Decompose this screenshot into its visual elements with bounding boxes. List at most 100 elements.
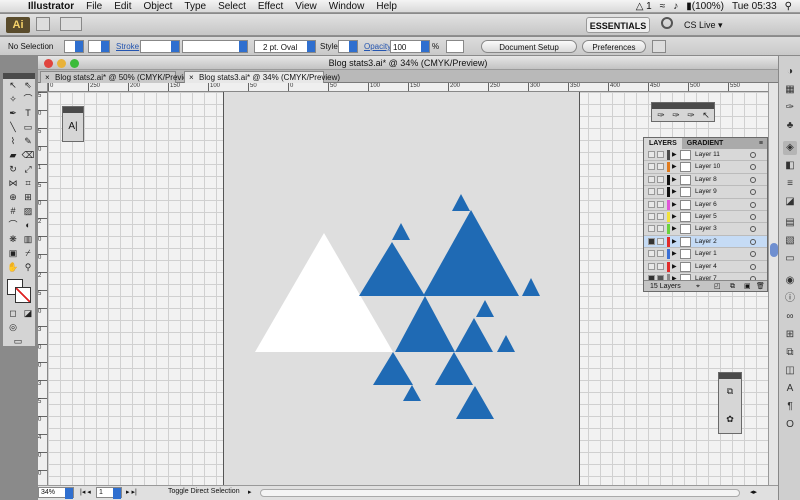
lasso-tool-icon[interactable]: ⌒ <box>21 93 35 106</box>
status-text[interactable]: Toggle Direct Selection <box>168 488 240 495</box>
target-circle-icon[interactable] <box>750 152 756 158</box>
transform-dock-icon[interactable]: ⊞ <box>783 328 797 342</box>
cs-live-menu[interactable]: CS Live ▾ <box>684 17 723 33</box>
horizontal-ruler[interactable]: 0 250 200 150 100 50 0 50 100 150 200 250 300 350 400 4… <box>48 83 768 92</box>
layer-row[interactable]: ▶ Layer 3 <box>644 223 767 236</box>
blue-triangle[interactable] <box>359 242 425 296</box>
layer-name[interactable]: Layer 4 <box>695 261 717 273</box>
chevron-down-icon[interactable] <box>421 41 429 52</box>
expand-triangle-icon[interactable]: ▶ <box>672 248 677 260</box>
symbol-sprayer-tool-icon[interactable]: ❋ <box>6 233 20 246</box>
graphic-style-swatch[interactable] <box>338 40 358 53</box>
menu-view[interactable]: View <box>289 1 323 12</box>
gradient-mode-icon[interactable]: ◪ <box>21 307 35 320</box>
chevron-down-icon[interactable] <box>65 488 73 499</box>
symbols-panel-icon[interactable]: ♣ <box>783 119 797 133</box>
stroke-swatch[interactable] <box>88 40 110 53</box>
lock-icon[interactable] <box>657 175 664 183</box>
visibility-eye-icon[interactable] <box>648 262 655 270</box>
layer-row[interactable]: ▶ Layer 8 <box>644 174 767 187</box>
menu-file[interactable]: File <box>80 1 108 12</box>
stroke-dock-icon[interactable]: ≡ <box>783 177 797 191</box>
lock-icon[interactable] <box>657 200 664 208</box>
appearance-dock-icon[interactable]: ▤ <box>783 216 797 230</box>
chevron-down-icon[interactable] <box>171 41 179 52</box>
target-circle-icon[interactable] <box>750 238 756 245</box>
column-graph-tool-icon[interactable]: ▥ <box>21 233 35 246</box>
blue-triangle[interactable] <box>522 278 540 296</box>
layers-dock-icon[interactable]: ◈ <box>783 141 797 155</box>
brush-icon[interactable]: ✑ <box>684 109 698 122</box>
layer-name[interactable]: Layer 11 <box>695 149 720 161</box>
lock-icon[interactable] <box>657 163 664 171</box>
tab-blog-stats2[interactable]: × Blog stats2.ai* @ 50% (CMYK/Preview) <box>40 71 196 83</box>
spotlight-icon[interactable]: ⚲ <box>785 1 792 12</box>
new-layer-icon[interactable]: ▣ <box>744 281 751 292</box>
layer-row[interactable]: ▶ Layer 5 <box>644 211 767 224</box>
layer-row[interactable]: ▶ Layer 11 <box>644 149 767 162</box>
visibility-eye-icon[interactable] <box>648 163 655 171</box>
expand-triangle-icon[interactable]: ▶ <box>672 236 677 248</box>
blue-triangle[interactable] <box>392 223 410 240</box>
selection-tool-icon[interactable]: ↖ <box>6 79 20 92</box>
target-circle-icon[interactable] <box>750 263 756 270</box>
lock-icon[interactable] <box>657 188 664 196</box>
menu-object[interactable]: Object <box>137 1 178 12</box>
pencil-tool-icon[interactable]: ✎ <box>21 135 35 148</box>
artboard-tool-icon[interactable]: ▣ <box>6 247 20 260</box>
panel-menu-icon[interactable] <box>652 40 666 53</box>
layer-name[interactable]: Layer 9 <box>695 186 717 198</box>
arrange-documents-icon[interactable] <box>60 17 82 31</box>
menu-window[interactable]: Window <box>323 1 371 12</box>
blob-brush-tool-icon[interactable]: ▰ <box>6 149 20 162</box>
shape-builder-tool-icon[interactable]: ⊕ <box>6 191 20 204</box>
character-dock-icon[interactable]: A <box>783 382 797 396</box>
new-sublayer-icon[interactable]: ⧉ <box>730 281 735 292</box>
blue-triangle[interactable] <box>373 352 413 385</box>
character-panel-icon[interactable]: A| <box>63 121 83 132</box>
blue-triangle[interactable] <box>452 194 470 211</box>
visibility-eye-icon[interactable] <box>648 151 655 158</box>
layer-name[interactable]: Layer 6 <box>695 199 717 211</box>
layer-name[interactable]: Layer 1 <box>695 248 717 260</box>
visibility-eye-icon[interactable] <box>648 200 655 208</box>
blue-triangle[interactable] <box>456 386 494 419</box>
opacity-field[interactable]: 100 <box>390 40 430 53</box>
scroll-thumb[interactable] <box>770 243 778 257</box>
layer-name[interactable]: Layer 8 <box>695 174 717 186</box>
layer-name[interactable]: Layer 5 <box>695 211 717 223</box>
status-menu-icon[interactable]: ▸ <box>248 488 252 496</box>
info-dock-icon[interactable]: ⓘ <box>783 292 797 306</box>
floating-panel-header[interactable] <box>63 107 83 113</box>
draw-mode-icon[interactable]: ◎ <box>6 321 20 334</box>
blend-tool-icon[interactable]: ◐ <box>21 219 35 232</box>
brush-icon[interactable]: ✑ <box>654 109 668 122</box>
minimize-window-icon[interactable] <box>57 59 66 68</box>
chevron-down-icon[interactable] <box>349 41 357 52</box>
expand-triangle-icon[interactable]: ▶ <box>672 211 677 223</box>
visibility-eye-icon[interactable] <box>648 237 655 245</box>
scale-tool-icon[interactable]: ⤢ <box>21 163 35 176</box>
blue-triangle[interactable] <box>435 352 473 385</box>
vertical-scrollbar[interactable] <box>768 83 778 485</box>
swatches-panel-icon[interactable]: ▦ <box>783 83 797 97</box>
layer-row[interactable]: ▶ Layer 6 <box>644 199 767 211</box>
layer-name[interactable]: Layer 2 <box>695 236 717 248</box>
lock-icon[interactable] <box>657 213 664 220</box>
blue-triangle[interactable] <box>403 385 421 401</box>
workspace-switcher[interactable]: ESSENTIALS ▾ <box>586 17 650 47</box>
vertical-ruler[interactable]: 5050150200250300350400 <box>38 92 48 485</box>
artboards-dock-icon[interactable]: ▭ <box>783 252 797 266</box>
width-tool-icon[interactable]: ⋈ <box>6 177 20 190</box>
panel-menu-icon[interactable]: ≡ <box>759 138 767 149</box>
direct-selection-tool-icon[interactable]: ⇖ <box>21 79 35 92</box>
lock-icon[interactable] <box>657 237 664 245</box>
stroke-weight-field[interactable] <box>140 40 180 53</box>
bridge-icon[interactable] <box>36 17 50 31</box>
gradient-tool-icon[interactable]: ▨ <box>21 205 35 218</box>
layer-row[interactable]: ▶ Layer 4 <box>644 261 767 273</box>
visibility-eye-icon[interactable] <box>648 225 655 233</box>
document-setup-button[interactable]: Document Setup <box>481 40 577 53</box>
ruler-origin[interactable] <box>38 83 48 92</box>
eyedropper-tool-icon[interactable]: ⌒ <box>6 219 20 232</box>
